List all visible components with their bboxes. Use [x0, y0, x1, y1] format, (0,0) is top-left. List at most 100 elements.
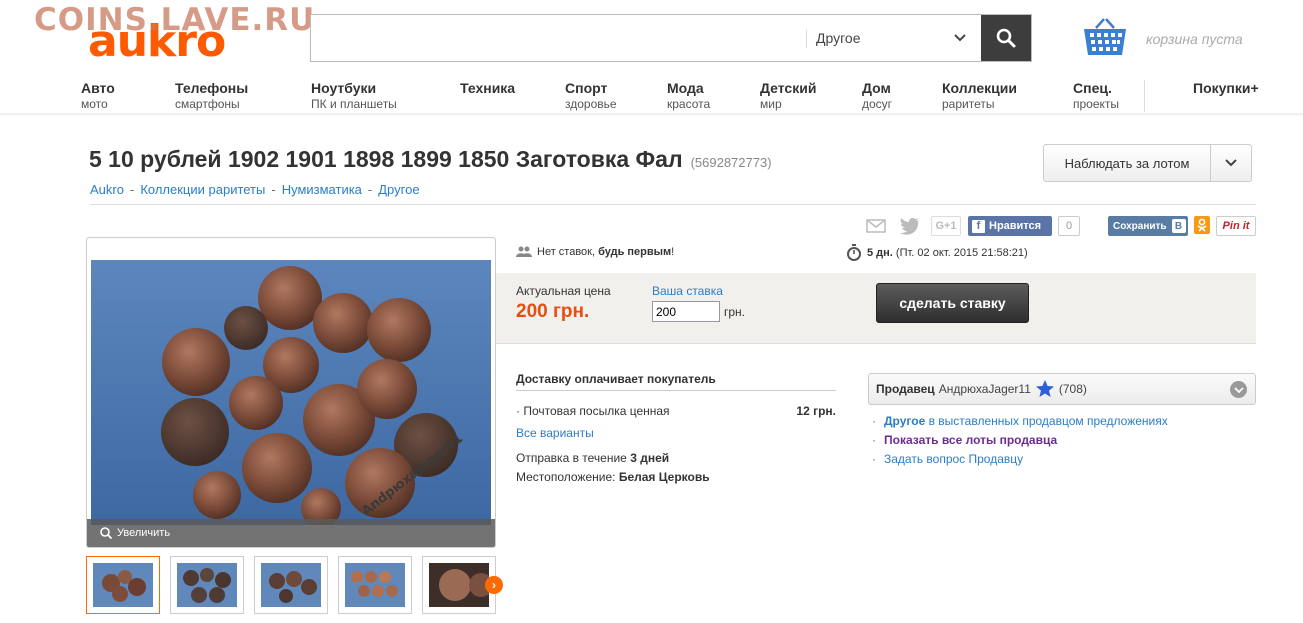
- thumbnail[interactable]: [338, 556, 412, 614]
- coins-photo: AndpюхаJager11: [91, 260, 491, 528]
- nav-shadow: [0, 113, 1303, 117]
- facebook-icon: f: [972, 219, 985, 233]
- nav-item-sport[interactable]: Спорт здоровье: [565, 80, 617, 111]
- google-plus-button[interactable]: G+1: [931, 216, 961, 236]
- nav-item-collections[interactable]: Коллекции раритеты: [942, 80, 1017, 111]
- breadcrumb-link[interactable]: Коллекции раритеты: [140, 182, 265, 197]
- nav-item-purchases[interactable]: Покупки+: [1193, 80, 1259, 97]
- thumbnail[interactable]: [170, 556, 244, 614]
- delivery-method: · Почтовая посылка ценная: [516, 404, 670, 418]
- nav-item-sub: раритеты: [942, 97, 995, 111]
- main-photo[interactable]: AndpюхаJager11 Увеличить: [86, 237, 496, 548]
- seller-links: · Другое в выставленных продавцом предлож…: [872, 414, 1168, 471]
- all-lots-text: Показать все лоты продавца: [884, 433, 1058, 447]
- nav-item-sub: красота: [667, 97, 711, 111]
- delivery-title: Доставку оплачивает покупатель: [516, 372, 836, 391]
- category-select[interactable]: Другое: [806, 15, 981, 61]
- breadcrumb-link[interactable]: Нумизматика: [282, 182, 362, 197]
- nav-item-sub: смартфоны: [175, 97, 240, 111]
- location-value: Белая Церковь: [618, 470, 710, 484]
- nav-item-home[interactable]: Дом досуг: [862, 80, 892, 111]
- nav-item-phones[interactable]: Телефоны смартфоны: [175, 80, 248, 111]
- nav-item-tech[interactable]: Техника: [460, 80, 515, 97]
- nav-item-main: Телефоны: [175, 80, 249, 96]
- bid-amount-input[interactable]: [652, 301, 720, 322]
- thumbnail-strip: [86, 556, 506, 614]
- seller-other-offers-link[interactable]: · Другое в выставленных продавцом предлож…: [872, 414, 1168, 428]
- seller-all-lots-link[interactable]: · Показать все лоты продавца: [872, 433, 1168, 447]
- nav-item-sub: мото: [81, 97, 108, 111]
- nav-item-main: Покупки+: [1193, 80, 1259, 96]
- cart-status[interactable]: корзина пуста: [1146, 31, 1243, 47]
- like-count: 0: [1058, 216, 1080, 236]
- nav-item-special[interactable]: Спец. проекты: [1073, 80, 1119, 111]
- nav-item-main: Спорт: [565, 80, 608, 96]
- stopwatch-icon: [847, 244, 861, 261]
- nav-item-laptops[interactable]: Ноутбуки ПК и планшеты: [311, 80, 397, 111]
- seller-label: Продавец: [876, 382, 935, 396]
- thumbnail[interactable]: [254, 556, 328, 614]
- thumbnail-image: [345, 563, 405, 607]
- users-icon: [516, 246, 532, 257]
- odnoklassniki-icon: [1197, 218, 1207, 232]
- nav-item-sub: здоровье: [565, 97, 617, 111]
- ask-seller-link[interactable]: · Задать вопрос Продавцу: [872, 452, 1168, 466]
- odnoklassniki-button[interactable]: [1194, 216, 1210, 234]
- seller-expand-toggle[interactable]: [1230, 381, 1247, 398]
- watch-dropdown-toggle[interactable]: [1211, 145, 1251, 181]
- vk-save-button[interactable]: Сохранить B: [1108, 216, 1188, 236]
- breadcrumb: Aukro - Коллекции раритеты - Нумизматика - Дру…: [90, 182, 420, 197]
- bid-currency: грн.: [724, 305, 746, 319]
- facebook-like-button[interactable]: f Нравится: [968, 216, 1052, 236]
- your-bid-label[interactable]: Ваша ставка: [652, 284, 723, 298]
- search-icon: [996, 28, 1016, 48]
- breadcrumb-link[interactable]: Aukro: [90, 182, 124, 197]
- bids-excl: !: [671, 246, 675, 258]
- vk-icon: B: [1171, 219, 1186, 233]
- place-bid-button[interactable]: сделать ставку: [876, 283, 1029, 323]
- other-link-rest: в выставленных продавцом предложениях: [928, 414, 1168, 428]
- thumbnail-image: [93, 563, 153, 607]
- nav-item-auto[interactable]: Авто мото: [81, 80, 115, 111]
- twitter-icon[interactable]: [899, 216, 921, 236]
- nav-item-fashion[interactable]: Мода красота: [667, 80, 710, 111]
- nav-divider: [1144, 80, 1145, 112]
- nav-item-main: Техника: [460, 80, 516, 96]
- breadcrumb-link[interactable]: Другое: [378, 182, 419, 197]
- basket-icon[interactable]: [1082, 18, 1128, 58]
- search-button[interactable]: [981, 15, 1031, 61]
- zoom-button[interactable]: Увеличить: [87, 519, 495, 547]
- nav-item-main: Коллекции: [942, 80, 1017, 96]
- lot-title: 5 10 рублей 1902 1901 1898 1899 1850 Заг…: [89, 146, 772, 173]
- shipping-time-label: Отправка в течение: [516, 451, 627, 465]
- nav-item-main: Спец.: [1073, 80, 1112, 96]
- pinterest-button[interactable]: Pin it: [1216, 216, 1256, 236]
- lot-title-text: 5 10 рублей 1902 1901 1898 1899 1850 Заг…: [89, 146, 683, 172]
- site-watermark: COINS.LAVE.RU: [34, 2, 316, 38]
- nav-item-main: Дом: [862, 80, 891, 96]
- shipping-time-value: 3 дней: [630, 451, 670, 465]
- search-input[interactable]: [311, 15, 806, 61]
- star-icon: [1035, 380, 1054, 397]
- seller-panel[interactable]: Продавец АндрюхаJager11 (708): [868, 373, 1256, 405]
- all-delivery-variants-link[interactable]: Все варианты: [516, 426, 836, 440]
- delivery-info: Доставку оплачивает покупатель · Почтова…: [516, 372, 836, 484]
- thumbnail[interactable]: [86, 556, 160, 614]
- shipping-time: Отправка в течение 3 дней: [516, 451, 836, 465]
- nav-item-kids[interactable]: Детский мир: [760, 80, 816, 111]
- seller-name[interactable]: АндрюхаJager11: [939, 382, 1031, 396]
- current-price-label: Актуальная цена: [516, 284, 611, 298]
- delivery-cost: 12 грн.: [796, 404, 836, 418]
- delivery-option: · Почтовая посылка ценная 12 грн.: [516, 404, 836, 418]
- lot-id: (5692872773): [690, 155, 772, 170]
- auction-end-date: (Пт. 02 окт. 2015 21:58:21): [895, 247, 1028, 259]
- coins-illustration: AndpюхаJager11: [91, 260, 491, 528]
- chevron-right-icon[interactable]: ›: [485, 576, 503, 594]
- bid-panel: Актуальная цена 200 грн. Ваша ставка грн…: [496, 273, 1256, 344]
- watch-lot-button[interactable]: Наблюдать за лотом: [1043, 144, 1252, 182]
- facebook-like-label: Нравится: [989, 220, 1042, 232]
- current-price: 200 грн.: [516, 301, 590, 322]
- email-icon[interactable]: [866, 216, 886, 236]
- chevron-down-icon: [954, 34, 966, 42]
- nav-item-sub: досуг: [862, 97, 893, 111]
